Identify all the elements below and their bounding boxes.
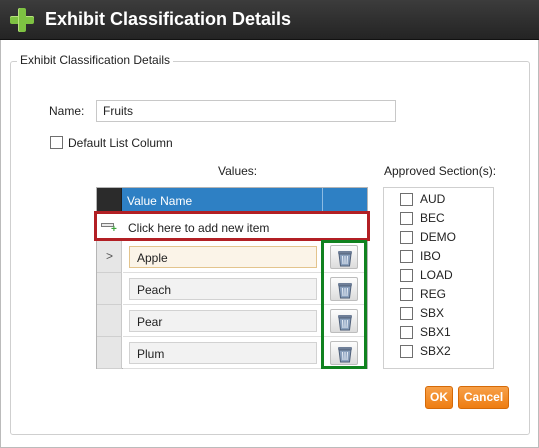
groupbox-legend: Exhibit Classification Details — [17, 53, 174, 67]
section-label[interactable]: AUD — [420, 192, 445, 206]
value-cell[interactable]: Peach — [123, 273, 322, 305]
ok-button[interactable]: OK — [425, 386, 453, 409]
row-indicator[interactable]: > — [97, 241, 122, 273]
value-name-field[interactable]: Pear — [129, 310, 317, 332]
section-label[interactable]: DEMO — [420, 230, 456, 244]
section-checkbox[interactable] — [400, 307, 413, 320]
section-label[interactable]: REG — [420, 287, 446, 301]
value-name-field[interactable]: Apple — [129, 246, 317, 268]
green-plus-icon — [10, 8, 34, 32]
section-item-sbx[interactable]: SBX — [400, 305, 444, 321]
value-cell[interactable]: Plum — [123, 337, 322, 369]
section-checkbox[interactable] — [400, 193, 413, 206]
value-name-field[interactable]: Peach — [129, 278, 317, 300]
approved-sections-label: Approved Section(s): — [384, 164, 497, 178]
row-indicator[interactable] — [97, 337, 122, 369]
section-item-demo[interactable]: DEMO — [400, 229, 456, 245]
value-name-field[interactable]: Plum — [129, 342, 317, 364]
section-item-load[interactable]: LOAD — [400, 267, 453, 283]
approved-sections-list: AUD BEC DEMO IBO LOAD REG SBX SBX1 SBX2 — [383, 187, 494, 369]
section-item-reg[interactable]: REG — [400, 286, 446, 302]
section-item-aud[interactable]: AUD — [400, 191, 445, 207]
value-cell[interactable]: Pear — [123, 305, 322, 337]
section-label[interactable]: LOAD — [420, 268, 453, 282]
dialog-title: Exhibit Classification Details — [45, 9, 292, 29]
section-checkbox[interactable] — [400, 345, 413, 358]
default-list-column-label[interactable]: Default List Column — [68, 136, 173, 150]
section-label[interactable]: IBO — [420, 249, 441, 263]
default-list-column-checkbox[interactable] — [50, 136, 63, 149]
row-indicator[interactable] — [97, 305, 122, 337]
current-row-marker: > — [106, 249, 114, 263]
section-checkbox[interactable] — [400, 326, 413, 339]
section-checkbox[interactable] — [400, 212, 413, 225]
grid-header: Value Name — [97, 188, 367, 212]
section-label[interactable]: SBX2 — [420, 344, 451, 358]
section-checkbox[interactable] — [400, 250, 413, 263]
section-checkbox[interactable] — [400, 269, 413, 282]
column-header-value-name[interactable]: Value Name — [127, 194, 192, 208]
add-item-row-highlight — [94, 211, 370, 241]
section-label[interactable]: SBX — [420, 306, 444, 320]
name-input[interactable] — [96, 100, 396, 122]
delete-column-highlight — [321, 240, 367, 369]
section-label[interactable]: SBX1 — [420, 325, 451, 339]
section-item-ibo[interactable]: IBO — [400, 248, 441, 264]
name-label: Name: — [49, 104, 85, 118]
section-item-sbx2[interactable]: SBX2 — [400, 343, 451, 359]
row-indicator[interactable] — [97, 273, 122, 305]
section-item-sbx1[interactable]: SBX1 — [400, 324, 451, 340]
value-cell[interactable]: Apple — [123, 241, 322, 273]
section-item-bec[interactable]: BEC — [400, 210, 445, 226]
column-separator[interactable] — [322, 188, 323, 212]
cancel-button[interactable]: Cancel — [458, 386, 509, 409]
grid-header-corner — [97, 188, 122, 212]
section-checkbox[interactable] — [400, 288, 413, 301]
title-bar: Exhibit Classification Details — [0, 0, 539, 40]
section-label[interactable]: BEC — [420, 211, 445, 225]
values-label: Values: — [218, 164, 258, 178]
section-checkbox[interactable] — [400, 231, 413, 244]
